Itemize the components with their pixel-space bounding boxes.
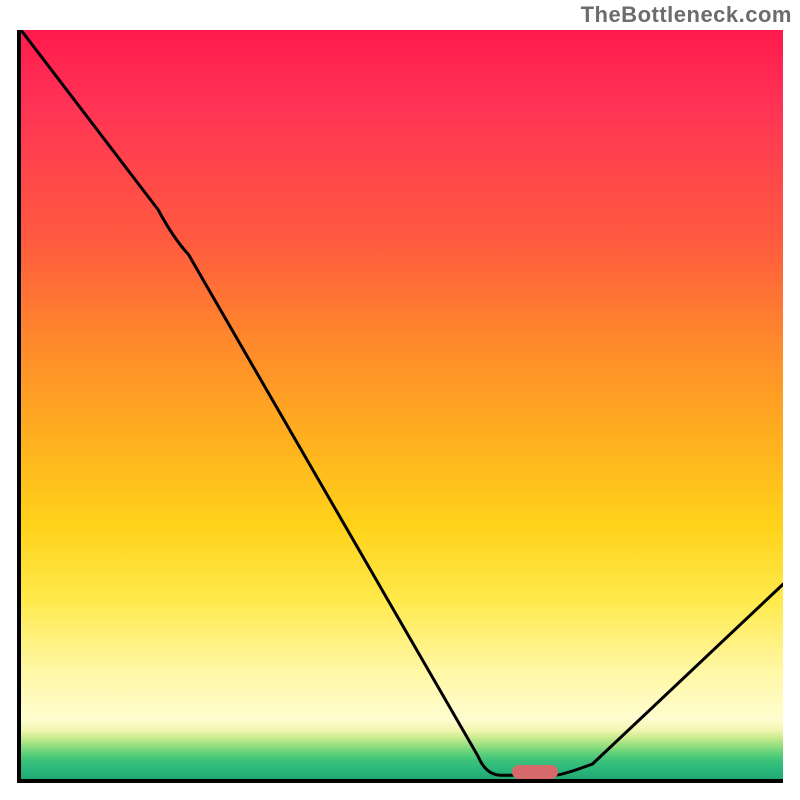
valley-marker bbox=[512, 765, 558, 779]
bottleneck-curve bbox=[21, 30, 783, 779]
watermark-text: TheBottleneck.com bbox=[581, 2, 792, 28]
chart-container: TheBottleneck.com bbox=[0, 0, 800, 800]
